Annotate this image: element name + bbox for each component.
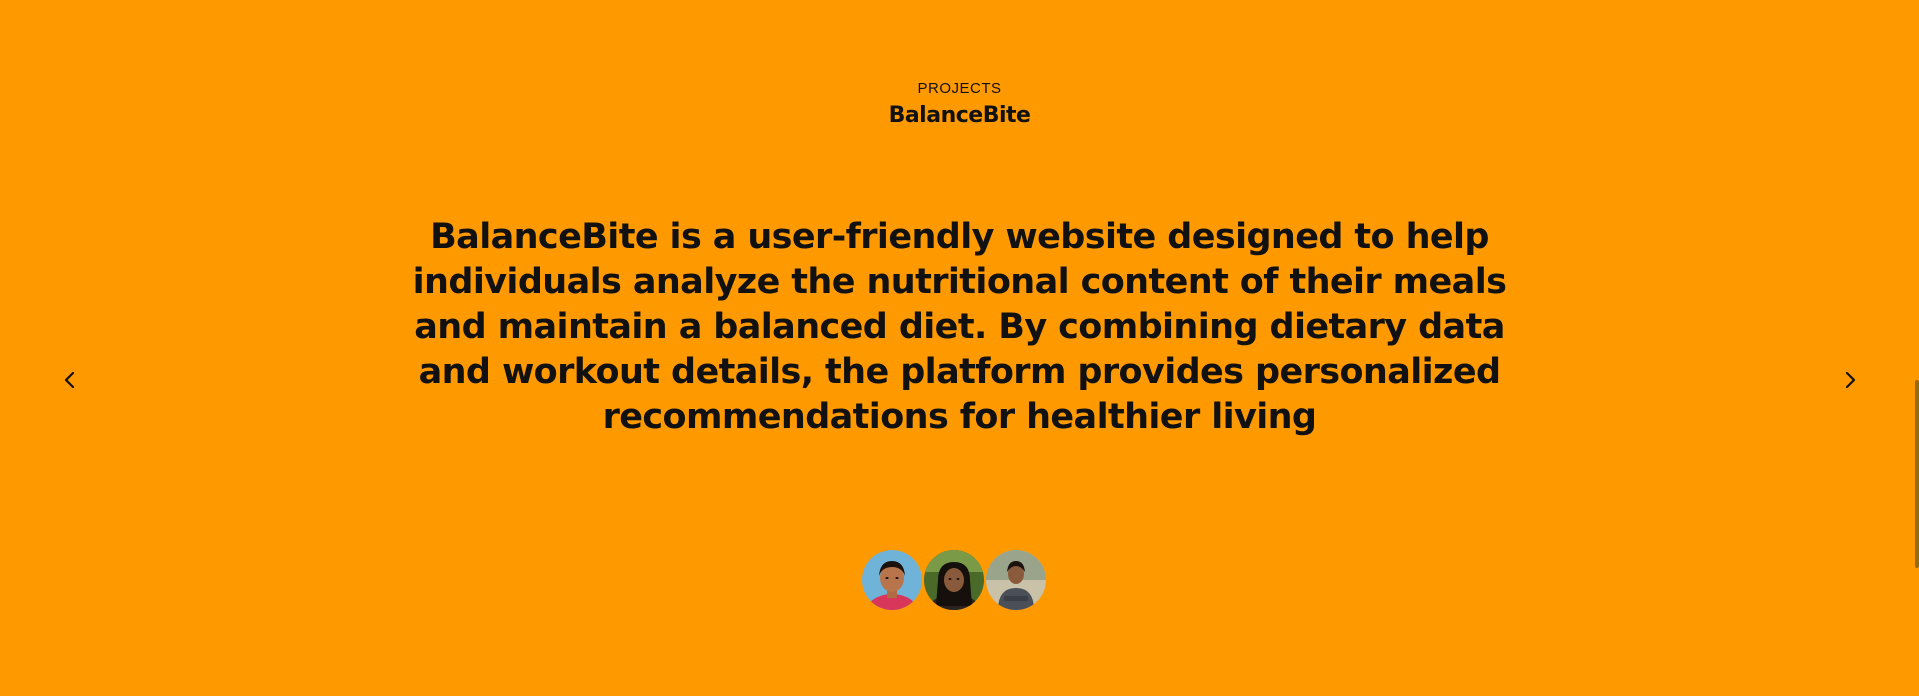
previous-button[interactable]: [54, 364, 86, 396]
avatar[interactable]: [986, 550, 1046, 610]
avatar[interactable]: [924, 550, 984, 610]
scrollbar-thumb[interactable]: [1915, 380, 1919, 568]
project-title: BalanceBite: [888, 103, 1031, 128]
next-button[interactable]: [1834, 364, 1866, 396]
avatar-photo-3: [986, 550, 1046, 610]
project-description: BalanceBite is a user-friendly website d…: [412, 217, 1507, 437]
section-header: PROJECTS BalanceBite: [0, 80, 1919, 129]
avatar-photo-2: [924, 550, 984, 610]
team-avatars: [862, 550, 1046, 610]
projects-section: PROJECTS BalanceBite BalanceBite is a us…: [0, 0, 1919, 696]
avatar-photo-1: [862, 550, 922, 610]
avatar[interactable]: [862, 550, 922, 610]
section-eyebrow: PROJECTS: [917, 80, 1002, 97]
chevron-left-icon: [64, 371, 75, 389]
chevron-right-icon: [1845, 371, 1856, 389]
